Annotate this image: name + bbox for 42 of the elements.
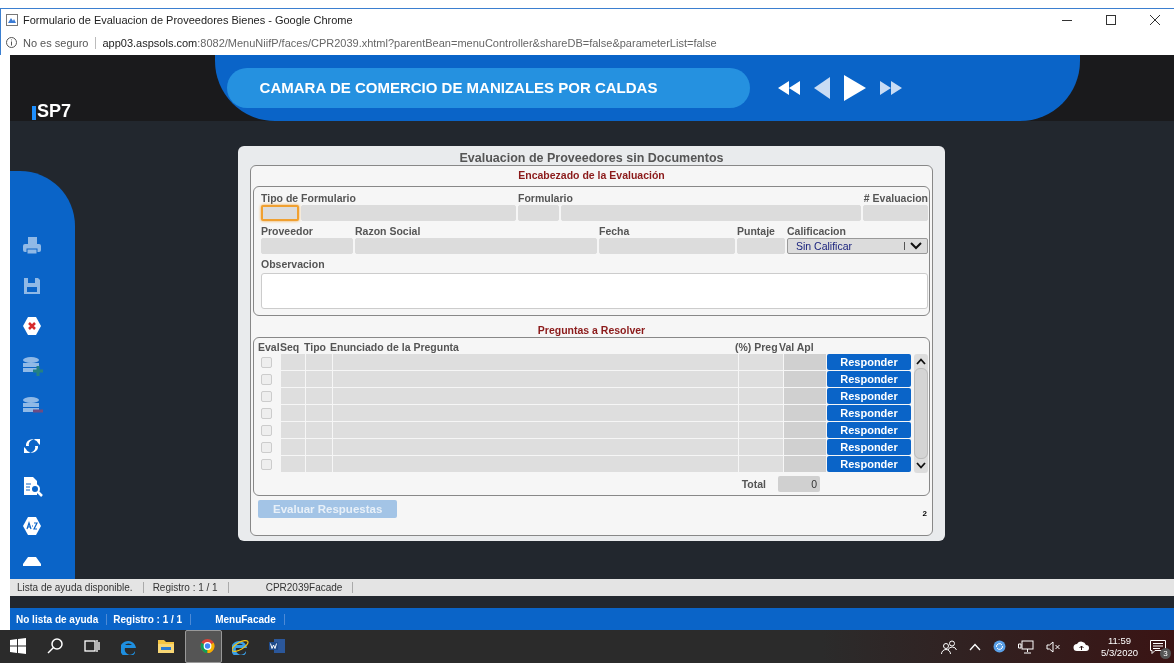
status-text: CPR2039Facade xyxy=(258,581,354,593)
window-title: Formulario de Evaluacion de Proveedores Bienes - Google Chrome xyxy=(23,13,354,26)
status-text: No lista de ayuda xyxy=(10,613,108,625)
respond-button[interactable]: Responder xyxy=(827,370,911,387)
field-label: Observacion xyxy=(261,256,326,271)
status-text: Registro : 1 / 1 xyxy=(107,613,192,625)
url-text[interactable]: app03.aspsols.com:8082/MenuNiifP/faces/CPR2039.xhtml?parentBean=menuController&shareDB=false&parameterList=false xyxy=(102,36,717,49)
column-header: Tipo xyxy=(304,340,327,354)
field-label: Razon Social xyxy=(355,223,422,238)
field-label: # Evaluacion xyxy=(863,190,928,205)
column-header: Enunciado de la Pregunta xyxy=(330,340,460,354)
respond-button[interactable]: Responder xyxy=(827,387,911,404)
notification-count: 3 xyxy=(1160,647,1171,659)
column-header: Val Apl xyxy=(779,340,815,354)
section-title: Encabezado de la Evaluación xyxy=(517,167,666,182)
field-label: Proveedor xyxy=(261,223,314,238)
column-header: Seq xyxy=(280,340,301,354)
status-text: MenuFacade xyxy=(209,613,285,625)
field-label: Puntaje xyxy=(737,223,776,238)
field-label: Formulario xyxy=(518,190,574,205)
respond-button[interactable]: Responder xyxy=(827,404,911,421)
dialog-title: Evaluacion de Proveedores sin Documentos xyxy=(458,150,725,165)
page-number: 2 xyxy=(922,508,927,518)
column-header: Eval xyxy=(258,340,280,354)
column-header: (%) Preg xyxy=(735,340,779,354)
app-logo: SP7 xyxy=(10,96,215,127)
field-label: Tipo de Formulario xyxy=(261,190,357,205)
company-name-field: CAMARA DE COMERCIO DE MANIZALES POR CALDAS xyxy=(227,67,750,108)
total-field: 0 xyxy=(778,475,820,492)
dropdown[interactable]: Sin Calificar xyxy=(787,237,928,254)
status-text: Registro : 1 / 1 xyxy=(145,581,229,593)
status-text: Lista de ayuda disponible. xyxy=(10,581,144,593)
respond-button[interactable]: Responder xyxy=(827,455,911,472)
security-label: No es seguro xyxy=(23,36,97,49)
total-label: Total xyxy=(741,477,766,490)
field-label: Calificacion xyxy=(787,223,847,238)
respond-button[interactable]: Responder xyxy=(827,353,911,370)
clock[interactable]: 11:59 5/3/2020 xyxy=(1101,634,1138,659)
respond-button[interactable]: Responder xyxy=(827,438,911,455)
field-label: Fecha xyxy=(599,223,631,238)
respond-button[interactable]: Responder xyxy=(827,421,911,438)
section-title: Preguntas a Resolver xyxy=(536,322,647,337)
